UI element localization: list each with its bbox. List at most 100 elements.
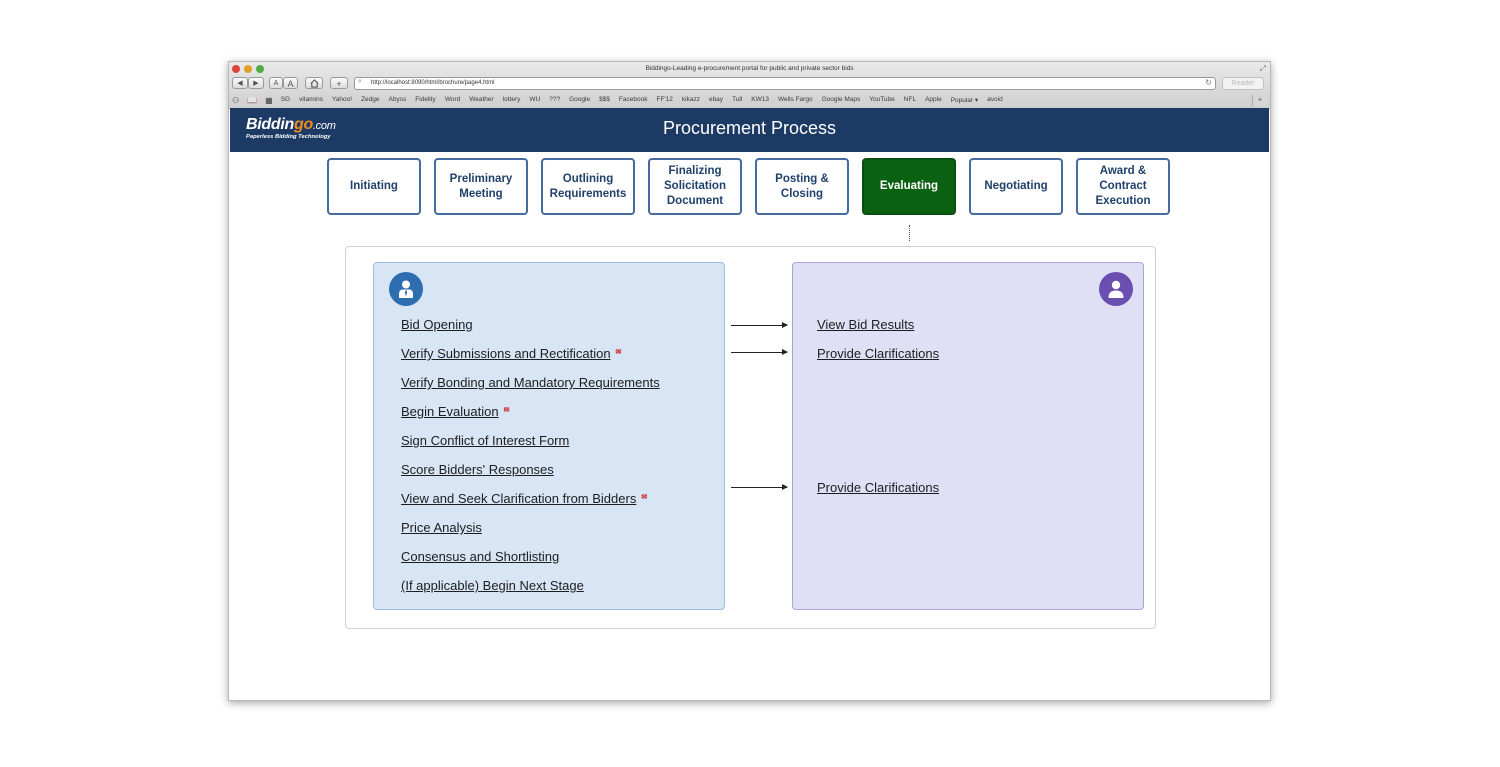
bookmark-item-10[interactable]: ??? [549, 96, 560, 104]
action-label: Sign Conflict of Interest Form [401, 433, 570, 448]
bidder-icon [1099, 272, 1133, 306]
window-title: Biddingo-Leading e-procurement portal fo… [645, 65, 854, 72]
step-label: Negotiating [984, 180, 1048, 192]
action-price-analysis[interactable]: Price Analysis [401, 520, 482, 535]
step-finalizing-solicitation-document[interactable]: Finalizing Solicitation Document [648, 158, 742, 215]
bookmark-avoid[interactable]: avoid [987, 96, 1003, 104]
bookmark-google[interactable]: Google [569, 96, 590, 104]
step-negotiating[interactable]: Negotiating [969, 158, 1063, 215]
action-verify-submissions-and-rectification[interactable]: Verify Submissions and Rectification ✉ [401, 346, 621, 361]
action-bid-opening[interactable]: Bid Opening [401, 317, 473, 332]
action-label: Begin Evaluation [401, 404, 499, 419]
action-label: (If applicable) Begin Next Stage [401, 578, 584, 593]
bookmark-weather[interactable]: Weather [469, 96, 493, 104]
new-tab-icon[interactable]: + [1252, 95, 1267, 106]
reading-list-icon[interactable]: ⚇ [232, 96, 239, 105]
bookmark-sg[interactable]: SG [281, 96, 290, 104]
add-bookmark-button[interactable]: + [330, 77, 348, 89]
bookmark-google-maps[interactable]: Google Maps [822, 96, 861, 104]
step-label: Finalizing Solicitation Document [664, 165, 726, 207]
buyer-icon [389, 272, 423, 306]
mail-icon[interactable]: ✉ [504, 406, 510, 414]
top-sites-grid-icon[interactable]: ▦ [265, 96, 273, 105]
bookmarks-book-icon[interactable]: 📖 [247, 96, 257, 105]
bookmark-lottery[interactable]: lottery [503, 96, 521, 104]
bookmark-kikazz[interactable]: kikazz [682, 96, 700, 104]
browser-window: Biddingo-Leading e-procurement portal fo… [228, 61, 1271, 701]
step-posting-closing[interactable]: Posting & Closing [755, 158, 849, 215]
back-button[interactable]: ◀ [232, 77, 248, 89]
step-award-contract-execution[interactable]: Award & Contract Execution [1076, 158, 1170, 215]
step-label: Preliminary Meeting [449, 172, 513, 200]
arrow-rectification-to-clarifications [731, 349, 788, 355]
bookmark-nfl[interactable]: NFL [904, 96, 916, 104]
address-bar[interactable]: ⌕ http://localhost:8090/html/brochure/pa… [354, 77, 1216, 90]
url-text[interactable]: http://localhost:8090/html/brochure/page… [371, 80, 494, 86]
bookmark-ebay[interactable]: ebay [709, 96, 723, 104]
step-preliminary-meeting[interactable]: Preliminary Meeting [434, 158, 528, 215]
bidder-action-view-bid-results[interactable]: View Bid Results [817, 317, 914, 332]
font-smaller-button[interactable]: A [269, 77, 283, 89]
action-label: Verify Submissions and Rectification [401, 346, 611, 361]
fullscreen-icon[interactable]: ⤢ [1260, 64, 1266, 74]
bookmark-popular[interactable]: Popular ▾ [951, 96, 978, 104]
mail-icon[interactable]: ✉ [641, 493, 647, 501]
step-label: Evaluating [879, 180, 939, 192]
arrow-seek-clarification-to-clarifications [731, 484, 788, 490]
bookmark-word[interactable]: Word [445, 96, 460, 104]
step-initiating[interactable]: Initiating [327, 158, 421, 215]
bookmark-youtube[interactable]: YouTube [869, 96, 895, 104]
forward-arrow-icon: ▶ [253, 80, 259, 87]
bookmark-wu[interactable]: WU [529, 96, 540, 104]
reload-icon[interactable]: ↻ [1205, 78, 1212, 87]
step-label: Initiating [350, 180, 398, 192]
step-connector [909, 225, 910, 241]
bookmark-abyss[interactable]: Abyss [389, 96, 407, 104]
bookmark-zedge[interactable]: Zedge [361, 96, 379, 104]
action-label: Consensus and Shortlisting [401, 549, 560, 564]
arrow-bid-opening-to-results [731, 322, 788, 328]
action-label: Price Analysis [401, 520, 482, 535]
bookmark-ff-12[interactable]: FF'12 [656, 96, 672, 104]
reader-button[interactable]: Reader [1222, 77, 1264, 90]
step-label: Outlining Requirements [549, 172, 627, 200]
action-label: Score Bidders' Responses [401, 462, 554, 477]
page-title: Procurement Process [662, 118, 837, 138]
action-view-and-seek-clarification-from-bidders[interactable]: View and Seek Clarification from Bidders… [401, 491, 647, 506]
bookmark-item-12[interactable]: $$$ [599, 96, 610, 104]
bookmark-tull[interactable]: Tull [732, 96, 742, 104]
site-header: Biddingo.com Paperless Bidding Technolog… [230, 108, 1269, 152]
browser-toolbar: Biddingo-Leading e-procurement portal fo… [229, 62, 1270, 109]
bookmark-vitamins[interactable]: vitamins [299, 96, 323, 104]
bookmark-facebook[interactable]: Facebook [619, 96, 648, 104]
step-label: Award & Contract Execution [1095, 165, 1151, 207]
back-arrow-icon: ◀ [237, 80, 243, 87]
home-icon [310, 79, 318, 88]
action-verify-bonding-and-mandatory-requirements[interactable]: Verify Bonding and Mandatory Requirement… [401, 375, 660, 390]
bookmark-wells-fargo[interactable]: Wells Fargo [778, 96, 813, 104]
bidder-action-provide-clarifications[interactable]: Provide Clarifications [817, 480, 939, 495]
bookmark-apple[interactable]: Apple [925, 96, 942, 104]
step-outlining-requirements[interactable]: Outlining Requirements [541, 158, 635, 215]
step-label: Posting & Closing [775, 172, 829, 200]
search-icon: ⌕ [358, 78, 362, 85]
bidder-action-provide-clarifications[interactable]: Provide Clarifications [817, 346, 939, 361]
buyer-panel: Bid Opening Verify Submissions and Rectif… [373, 262, 725, 610]
action-label: Bid Opening [401, 317, 473, 332]
action-label: Verify Bonding and Mandatory Requirement… [401, 375, 660, 390]
font-larger-button[interactable]: A [283, 77, 298, 89]
bookmark-fidelity[interactable]: Fidelity [415, 96, 436, 104]
bookmarks-bar: ⚇ 📖 ▦ SG vitamins Yahoo! Zedge Abyss Fidelity… [232, 94, 1003, 106]
action-consensus-and-shortlisting[interactable]: Consensus and Shortlisting [401, 549, 559, 564]
forward-button[interactable]: ▶ [248, 77, 264, 89]
mail-icon[interactable]: ✉ [616, 348, 622, 356]
action-if-applicable-begin-next-stage[interactable]: (If applicable) Begin Next Stage [401, 578, 584, 593]
action-score-bidders-responses[interactable]: Score Bidders' Responses [401, 462, 554, 477]
home-button[interactable] [305, 77, 323, 89]
step-evaluating[interactable]: Evaluating [862, 158, 956, 215]
action-begin-evaluation[interactable]: Begin Evaluation ✉ [401, 404, 509, 419]
bookmark-kw13[interactable]: KW13 [751, 96, 769, 104]
action-sign-conflict-of-interest-form[interactable]: Sign Conflict of Interest Form [401, 433, 569, 448]
bookmark-yahoo[interactable]: Yahoo! [332, 96, 352, 104]
bidder-panel: View Bid Results Provide Clarifications Pr… [792, 262, 1144, 610]
